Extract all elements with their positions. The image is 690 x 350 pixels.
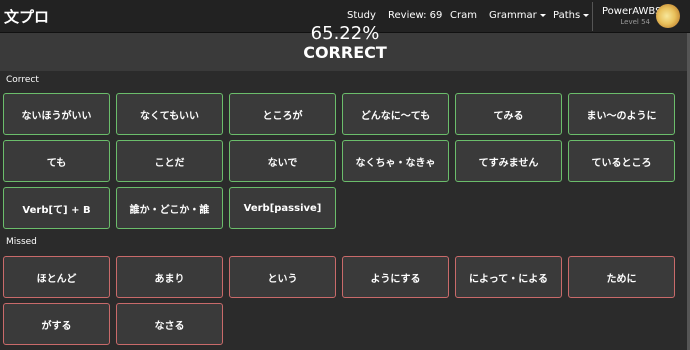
nav-study-label: Study (347, 10, 376, 21)
missed-item[interactable]: なさる (116, 303, 223, 345)
correct-item[interactable]: なくちゃ・なきゃ (342, 140, 449, 182)
correct-item[interactable]: てすみません (455, 140, 562, 182)
missed-item[interactable]: ようにする (342, 256, 449, 298)
missed-item[interactable]: という (229, 256, 336, 298)
missed-item[interactable]: ほとんど (3, 256, 110, 298)
nav-cram[interactable]: Cram (450, 10, 477, 21)
nav-review-label: Review: 69 (388, 10, 443, 21)
correct-item[interactable]: てみる (455, 93, 562, 135)
correct-item[interactable]: 誰か・どこか・誰 (116, 187, 223, 229)
score-percentage: 65.22% (310, 23, 380, 44)
correct-item[interactable]: ているところ (568, 140, 675, 182)
result-status: CORRECT (303, 43, 387, 62)
nav-review[interactable]: Review: 69 (388, 10, 442, 21)
result-header: 65.22% CORRECT (0, 23, 690, 71)
nav-grammar-label: Grammar (489, 10, 537, 21)
missed-section-label: Missed (6, 237, 37, 247)
missed-item[interactable]: ために (568, 256, 675, 298)
nav-paths-dropdown[interactable]: Paths (553, 10, 590, 21)
nav-grammar-dropdown[interactable]: Grammar (489, 10, 546, 21)
correct-item[interactable]: まい〜のように (568, 93, 675, 135)
correct-item[interactable]: ても (3, 140, 110, 182)
chevron-down-icon (583, 13, 590, 17)
missed-item[interactable]: によって・による (455, 256, 562, 298)
correct-item[interactable]: ところが (229, 93, 336, 135)
correct-item[interactable]: なくてもいい (116, 93, 223, 135)
correct-item[interactable]: ないで (229, 140, 336, 182)
missed-item[interactable]: あまり (116, 256, 223, 298)
username[interactable]: PowerAWBS (602, 6, 661, 17)
chevron-down-icon (539, 13, 546, 17)
correct-section-label: Correct (6, 75, 39, 85)
correct-item[interactable]: Verb[passive] (229, 187, 336, 229)
correct-item[interactable]: Verb[て] + B (3, 187, 110, 229)
missed-item[interactable]: がする (3, 303, 110, 345)
nav-cram-label: Cram (450, 10, 477, 21)
correct-item[interactable]: どんなに〜ても (342, 93, 449, 135)
results-panel: Correct ないほうがいい なくてもいい ところが どんなに〜ても てみる … (0, 71, 687, 350)
correct-item[interactable]: ないほうがいい (3, 93, 110, 135)
nav-study[interactable]: Study (347, 10, 376, 21)
correct-item[interactable]: ことだ (116, 140, 223, 182)
nav-paths-label: Paths (553, 10, 581, 21)
